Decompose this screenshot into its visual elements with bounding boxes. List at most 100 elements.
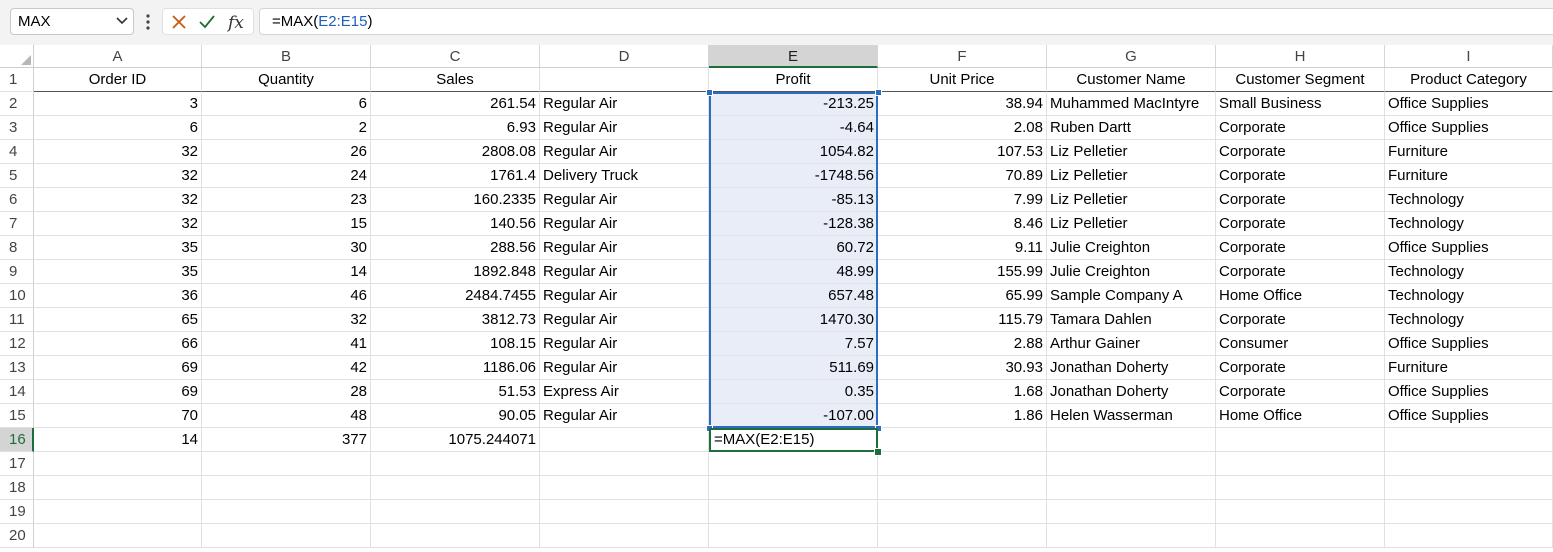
cell-e13[interactable]: 511.69 — [709, 356, 878, 380]
cell-h14[interactable]: Corporate — [1216, 380, 1385, 404]
cell-i20[interactable] — [1385, 524, 1553, 548]
cell-b3[interactable]: 2 — [202, 116, 371, 140]
row-header-12[interactable]: 12 — [0, 332, 34, 356]
cell-f3[interactable]: 2.08 — [878, 116, 1047, 140]
cell-i1[interactable]: Product Category — [1385, 68, 1553, 92]
cell-i6[interactable]: Technology — [1385, 188, 1553, 212]
cell-i16[interactable] — [1385, 428, 1553, 452]
cell-c1[interactable]: Sales — [371, 68, 540, 92]
column-header-c[interactable]: C — [371, 45, 540, 68]
cell-b1[interactable]: Quantity — [202, 68, 371, 92]
cell-i14[interactable]: Office Supplies — [1385, 380, 1553, 404]
cell-g19[interactable] — [1047, 500, 1216, 524]
cell-g20[interactable] — [1047, 524, 1216, 548]
cell-a16[interactable]: 14 — [34, 428, 202, 452]
cell-i10[interactable]: Technology — [1385, 284, 1553, 308]
cell-d14[interactable]: Express Air — [540, 380, 709, 404]
more-options-icon[interactable] — [143, 12, 153, 32]
cell-e6[interactable]: -85.13 — [709, 188, 878, 212]
cell-f5[interactable]: 70.89 — [878, 164, 1047, 188]
cell-i11[interactable]: Technology — [1385, 308, 1553, 332]
cell-e3[interactable]: -4.64 — [709, 116, 878, 140]
name-box[interactable]: MAX — [10, 8, 134, 35]
cell-b20[interactable] — [202, 524, 371, 548]
cell-h1[interactable]: Customer Segment — [1216, 68, 1385, 92]
cell-d7[interactable]: Regular Air — [540, 212, 709, 236]
cell-e4[interactable]: 1054.82 — [709, 140, 878, 164]
cell-h15[interactable]: Home Office — [1216, 404, 1385, 428]
cell-g8[interactable]: Julie Creighton — [1047, 236, 1216, 260]
cell-g7[interactable]: Liz Pelletier — [1047, 212, 1216, 236]
cell-f17[interactable] — [878, 452, 1047, 476]
cell-e12[interactable]: 7.57 — [709, 332, 878, 356]
cell-h10[interactable]: Home Office — [1216, 284, 1385, 308]
cell-a17[interactable] — [34, 452, 202, 476]
cell-h2[interactable]: Small Business — [1216, 92, 1385, 116]
cell-i18[interactable] — [1385, 476, 1553, 500]
cell-h20[interactable] — [1216, 524, 1385, 548]
cell-h8[interactable]: Corporate — [1216, 236, 1385, 260]
cell-d15[interactable]: Regular Air — [540, 404, 709, 428]
cell-h18[interactable] — [1216, 476, 1385, 500]
column-header-e[interactable]: E — [709, 45, 878, 68]
row-header-16[interactable]: 16 — [0, 428, 34, 452]
cell-g1[interactable]: Customer Name — [1047, 68, 1216, 92]
row-header-7[interactable]: 7 — [0, 212, 34, 236]
column-header-d[interactable]: D — [540, 45, 709, 68]
row-header-17[interactable]: 17 — [0, 452, 34, 476]
cell-a7[interactable]: 32 — [34, 212, 202, 236]
cell-f19[interactable] — [878, 500, 1047, 524]
cell-a20[interactable] — [34, 524, 202, 548]
cell-b17[interactable] — [202, 452, 371, 476]
cell-g5[interactable]: Liz Pelletier — [1047, 164, 1216, 188]
cell-f4[interactable]: 107.53 — [878, 140, 1047, 164]
cell-g16[interactable] — [1047, 428, 1216, 452]
cell-e19[interactable] — [709, 500, 878, 524]
cell-g13[interactable]: Jonathan Doherty — [1047, 356, 1216, 380]
cell-f6[interactable]: 7.99 — [878, 188, 1047, 212]
cell-g17[interactable] — [1047, 452, 1216, 476]
cell-b16[interactable]: 377 — [202, 428, 371, 452]
cell-f8[interactable]: 9.11 — [878, 236, 1047, 260]
cell-c6[interactable]: 160.2335 — [371, 188, 540, 212]
cell-h16[interactable] — [1216, 428, 1385, 452]
cell-c5[interactable]: 1761.4 — [371, 164, 540, 188]
cell-b12[interactable]: 41 — [202, 332, 371, 356]
cell-g6[interactable]: Liz Pelletier — [1047, 188, 1216, 212]
cell-b11[interactable]: 32 — [202, 308, 371, 332]
cell-c4[interactable]: 2808.08 — [371, 140, 540, 164]
cell-c8[interactable]: 288.56 — [371, 236, 540, 260]
column-header-a[interactable]: A — [34, 45, 202, 68]
chevron-down-icon[interactable] — [115, 13, 129, 27]
cell-a15[interactable]: 70 — [34, 404, 202, 428]
cell-d5[interactable]: Delivery Truck — [540, 164, 709, 188]
cell-b10[interactable]: 46 — [202, 284, 371, 308]
cell-c9[interactable]: 1892.848 — [371, 260, 540, 284]
cell-i9[interactable]: Technology — [1385, 260, 1553, 284]
cell-f13[interactable]: 30.93 — [878, 356, 1047, 380]
cell-d17[interactable] — [540, 452, 709, 476]
cell-c17[interactable] — [371, 452, 540, 476]
cell-i7[interactable]: Technology — [1385, 212, 1553, 236]
cell-a9[interactable]: 35 — [34, 260, 202, 284]
cell-e5[interactable]: -1748.56 — [709, 164, 878, 188]
cell-d3[interactable]: Regular Air — [540, 116, 709, 140]
cell-c19[interactable] — [371, 500, 540, 524]
row-header-2[interactable]: 2 — [0, 92, 34, 116]
cell-c3[interactable]: 6.93 — [371, 116, 540, 140]
cell-b4[interactable]: 26 — [202, 140, 371, 164]
cell-b14[interactable]: 28 — [202, 380, 371, 404]
column-header-h[interactable]: H — [1216, 45, 1385, 68]
enter-check-icon[interactable] — [197, 12, 217, 32]
row-header-14[interactable]: 14 — [0, 380, 34, 404]
cell-f11[interactable]: 115.79 — [878, 308, 1047, 332]
cell-h4[interactable]: Corporate — [1216, 140, 1385, 164]
cell-c2[interactable]: 261.54 — [371, 92, 540, 116]
cell-f10[interactable]: 65.99 — [878, 284, 1047, 308]
row-header-1[interactable]: 1 — [0, 68, 34, 92]
cell-b15[interactable]: 48 — [202, 404, 371, 428]
cell-f1[interactable]: Unit Price — [878, 68, 1047, 92]
cell-f15[interactable]: 1.86 — [878, 404, 1047, 428]
cell-i12[interactable]: Office Supplies — [1385, 332, 1553, 356]
cell-a14[interactable]: 69 — [34, 380, 202, 404]
